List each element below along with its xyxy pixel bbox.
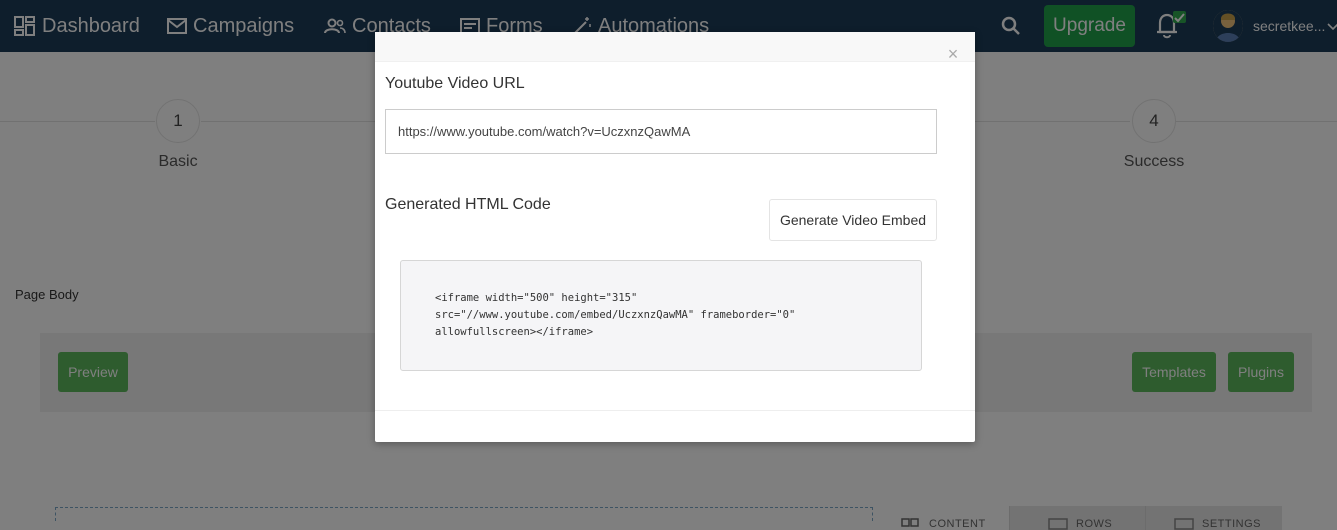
youtube-url-input[interactable] — [385, 109, 937, 154]
modal-footer-divider — [375, 410, 975, 411]
modal-header — [375, 32, 975, 62]
code-line: src="//www.youtube.com/embed/UczxnzQawMA… — [435, 309, 796, 321]
generated-code-box[interactable]: <iframe width="500" height="315" src="//w… — [400, 260, 922, 371]
code-line: allowfullscreen></iframe> — [435, 326, 594, 338]
youtube-url-label: Youtube Video URL — [385, 75, 525, 92]
generated-code-label: Generated HTML Code — [385, 196, 551, 213]
generate-video-embed-button[interactable]: Generate Video Embed — [769, 199, 937, 241]
video-embed-modal: × Youtube Video URL Generated HTML Code … — [375, 32, 975, 442]
close-button[interactable]: × — [945, 45, 961, 63]
code-line: <iframe width="500" height="315" — [435, 292, 638, 304]
